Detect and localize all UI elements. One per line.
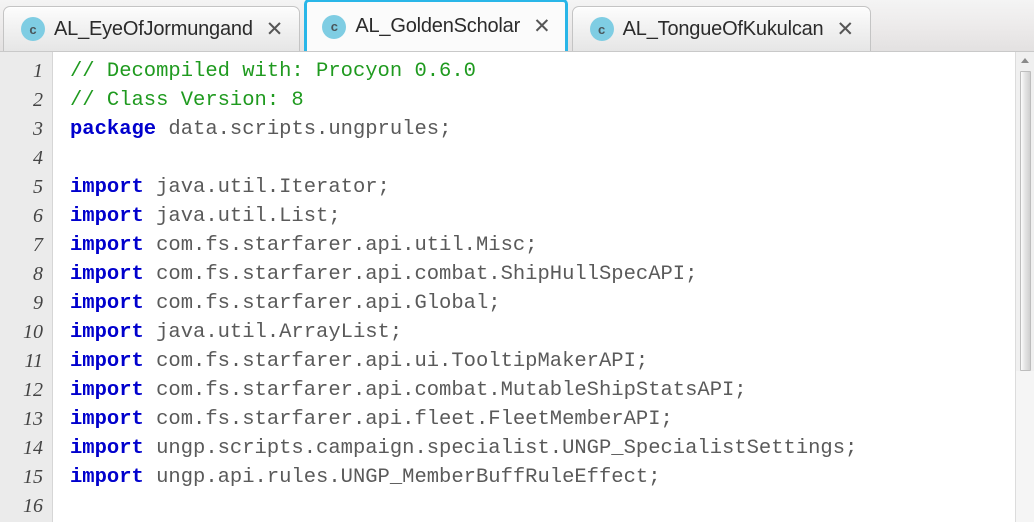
- code-line[interactable]: // Class Version: 8: [70, 86, 1034, 115]
- line-number: 10: [23, 321, 43, 343]
- code-line[interactable]: import com.fs.starfarer.api.fleet.FleetM…: [70, 405, 1034, 434]
- code-line[interactable]: import java.util.List;: [70, 202, 1034, 231]
- code-line[interactable]: import ungp.scripts.campaign.specialist.…: [70, 434, 1034, 463]
- scrollbar-thumb[interactable]: [1019, 71, 1031, 371]
- code-token-comment: // Class Version: 8: [70, 89, 304, 112]
- code-line[interactable]: import ungp.api.rules.UNGP_MemberBuffRul…: [70, 463, 1034, 492]
- code-token-keyword: import: [70, 176, 144, 199]
- code-token-keyword: import: [70, 437, 144, 460]
- code-token-keyword: import: [70, 379, 144, 402]
- line-number: 4: [33, 147, 43, 169]
- code-line[interactable]: [70, 144, 1034, 173]
- code-line[interactable]: import com.fs.starfarer.api.combat.ShipH…: [70, 260, 1034, 289]
- code-token-identifier: ungp.api.rules.UNGP_MemberBuffRuleEffect…: [143, 466, 661, 489]
- scrollbar-track[interactable]: [1016, 371, 1034, 522]
- line-number: 13: [23, 408, 43, 430]
- code-token-identifier: com.fs.starfarer.api.combat.ShipHullSpec…: [143, 263, 698, 286]
- editor-tab-label: AL_TongueOfKukulcan: [622, 17, 824, 40]
- code-token-keyword: import: [70, 466, 144, 489]
- code-token-identifier: java.util.ArrayList;: [143, 321, 403, 344]
- line-number: 12: [23, 379, 43, 401]
- code-token-identifier: data.scripts.ungprules;: [156, 118, 452, 141]
- code-line[interactable]: package data.scripts.ungprules;: [70, 115, 1034, 144]
- code-line[interactable]: import com.fs.starfarer.api.combat.Mutab…: [70, 376, 1034, 405]
- line-number: 9: [33, 292, 43, 314]
- code-token-keyword: import: [70, 321, 144, 344]
- code-line[interactable]: // Decompiled with: Procyon 0.6.0: [70, 57, 1034, 86]
- code-token-comment: // Decompiled with: Procyon 0.6.0: [70, 60, 476, 83]
- code-line[interactable]: import java.util.ArrayList;: [70, 318, 1034, 347]
- code-token-keyword: import: [70, 263, 144, 286]
- code-token-identifier: com.fs.starfarer.api.combat.MutableShipS…: [143, 379, 747, 402]
- code-token-keyword: import: [70, 205, 144, 228]
- line-number: 8: [33, 263, 43, 285]
- line-number-gutter: 1 2 3 4 5 6 7 8 9 10 11 12 13 14 15 16: [0, 52, 53, 522]
- code-token-identifier: ungp.scripts.campaign.specialist.UNGP_Sp…: [143, 437, 858, 460]
- code-line[interactable]: import com.fs.starfarer.api.ui.TooltipMa…: [70, 347, 1034, 376]
- code-token-keyword: import: [70, 408, 144, 431]
- line-number: 1: [33, 60, 43, 82]
- code-line[interactable]: import com.fs.starfarer.api.Global;: [70, 289, 1034, 318]
- class-file-icon: c: [21, 17, 45, 41]
- code-line[interactable]: [70, 492, 1034, 521]
- line-number: 16: [23, 495, 43, 517]
- close-icon[interactable]: ✕: [531, 16, 553, 37]
- code-line[interactable]: import java.util.Iterator;: [70, 173, 1034, 202]
- editor-tab-label: AL_EyeOfJormungand: [54, 17, 253, 40]
- code-token-keyword: import: [70, 350, 144, 373]
- decompiler-window: c AL_EyeOfJormungand ✕ c AL_GoldenScholar ✕ c A…: [0, 0, 1034, 522]
- line-number: 2: [33, 89, 43, 111]
- line-number: 5: [33, 176, 43, 198]
- code-content[interactable]: // Decompiled with: Procyon 0.6.0 // Clas…: [53, 52, 1034, 522]
- code-editor: 1 2 3 4 5 6 7 8 9 10 11 12 13 14 15 16 // Decompiled wi…: [0, 52, 1034, 522]
- line-number: 6: [33, 205, 43, 227]
- line-number: 11: [24, 350, 43, 372]
- line-number: 3: [33, 118, 43, 140]
- class-file-icon: c: [589, 17, 614, 41]
- code-token-identifier: com.fs.starfarer.api.ui.TooltipMakerAPI;: [143, 350, 649, 373]
- editor-tab-2[interactable]: c AL_TongueOfKukulcan ✕: [571, 6, 872, 51]
- code-line[interactable]: import com.fs.starfarer.api.util.Misc;: [70, 231, 1034, 260]
- code-token-identifier: java.util.Iterator;: [143, 176, 390, 199]
- close-icon[interactable]: ✕: [834, 19, 856, 40]
- code-token-identifier: java.util.List;: [143, 205, 341, 228]
- code-token-keyword: import: [70, 234, 144, 257]
- code-token-keyword: package: [70, 118, 157, 141]
- editor-tab-1[interactable]: c AL_GoldenScholar ✕: [304, 0, 568, 51]
- close-icon[interactable]: ✕: [264, 19, 286, 40]
- vertical-scrollbar[interactable]: [1015, 52, 1034, 522]
- editor-tab-0[interactable]: c AL_EyeOfJormungand ✕: [3, 6, 301, 51]
- line-number: 14: [23, 437, 43, 459]
- code-token-identifier: com.fs.starfarer.api.fleet.FleetMemberAP…: [143, 408, 673, 431]
- code-token-keyword: import: [70, 292, 144, 315]
- code-token-identifier: com.fs.starfarer.api.Global;: [143, 292, 501, 315]
- editor-tab-label: AL_GoldenScholar: [355, 15, 521, 37]
- class-file-icon: c: [322, 14, 347, 39]
- code-token-identifier: com.fs.starfarer.api.util.Misc;: [143, 234, 538, 257]
- line-number: 7: [33, 234, 43, 256]
- line-number: 15: [23, 466, 43, 488]
- editor-tab-bar: c AL_EyeOfJormungand ✕ c AL_GoldenScholar ✕ c A…: [0, 0, 1034, 52]
- scroll-up-arrow-icon[interactable]: [1016, 52, 1034, 69]
